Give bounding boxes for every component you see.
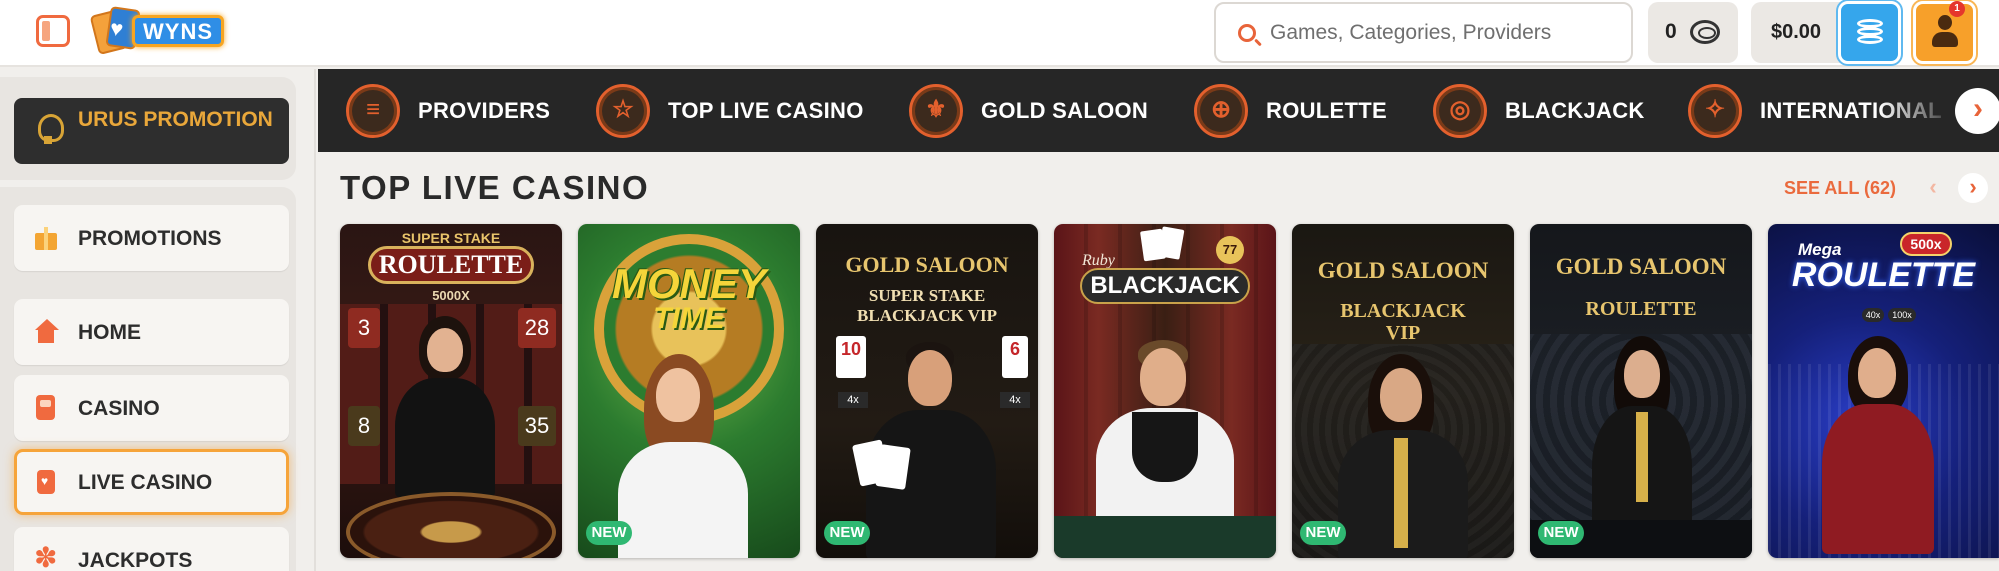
carousel-prev-icon[interactable]: ‹ xyxy=(1918,173,1948,203)
game-card-gold-saloon-blackjack-vip[interactable]: GOLD SALOON BLACKJACK VIP NEW xyxy=(1292,224,1514,558)
sidebar-item-label: PROMOTIONS xyxy=(78,227,222,250)
game-badge: 77 xyxy=(1216,236,1244,264)
notification-badge: 1 xyxy=(1949,1,1965,17)
profile-button[interactable] xyxy=(1913,1,1976,64)
multiplier-label: 4x xyxy=(838,392,868,408)
search-input[interactable] xyxy=(1270,12,1620,54)
urus-promotion-banner[interactable]: URUS PROMOTION xyxy=(14,98,289,164)
number-tile: 3 xyxy=(348,308,380,348)
category-bar: ≡ PROVIDERS ☆ TOP LIVE CASINO ⚜ GOLD SAL… xyxy=(318,69,1999,152)
sidebar-item-casino[interactable]: CASINO xyxy=(14,375,289,441)
game-title: GOLD SALOON xyxy=(845,252,1009,277)
new-badge: NEW xyxy=(1538,521,1584,545)
new-badge: NEW xyxy=(824,521,870,545)
document-icon: ≡ xyxy=(346,84,400,138)
star-icon: ☆ xyxy=(596,84,650,138)
chips-icon: ◎ xyxy=(1433,84,1487,138)
carousel-next-icon[interactable]: › xyxy=(1958,173,1988,203)
coin-stack-icon xyxy=(1857,19,1883,45)
game-card-gold-saloon-super-stake-blackjack[interactable]: GOLD SALOON SUPER STAKE BLACKJACK VIP 10… xyxy=(816,224,1038,558)
game-title: GOLD SALOON xyxy=(1317,258,1489,283)
coin-count: 0 xyxy=(1665,20,1677,43)
new-badge: NEW xyxy=(586,521,632,545)
coin-balance[interactable]: 0 xyxy=(1648,2,1738,63)
game-title: ROULETTE xyxy=(378,250,524,279)
game-card-mega-roulette[interactable]: Mega 500x ROULETTE 40x 100x xyxy=(1768,224,1999,558)
game-sub-label: ROULETTE xyxy=(1585,298,1697,320)
sidebar-item-label: LIVE CASINO xyxy=(78,471,213,494)
logo-text: WYNS xyxy=(132,15,224,47)
game-card-gold-saloon-roulette[interactable]: GOLD SALOON ROULETTE NEW xyxy=(1530,224,1752,558)
category-label: TOP LIVE CASINO xyxy=(668,98,864,123)
sidebar-item-label: JACKPOTS xyxy=(78,549,193,571)
gift-icon xyxy=(33,225,59,251)
wyns-logo[interactable]: ♥ WYNS xyxy=(89,6,234,56)
roulette-icon: ⊕ xyxy=(1194,84,1248,138)
number-tile: 28 xyxy=(518,308,556,348)
playing-card: 10 xyxy=(836,336,866,378)
section-title: TOP LIVE CASINO xyxy=(340,169,650,206)
coin-icon xyxy=(1690,20,1720,44)
game-title-line2: TIME xyxy=(653,302,725,335)
sidebar-item-jackpots[interactable]: JACKPOTS xyxy=(14,527,289,571)
game-card-super-stake-roulette[interactable]: SUPER STAKE ROULETTE 5000X 3 28 8 35 xyxy=(340,224,562,558)
sidebar-toggle-icon[interactable] xyxy=(36,15,70,47)
multiplier-label: 100x xyxy=(1888,308,1916,322)
game-title: MONEY xyxy=(611,260,766,307)
category-label: PROVIDERS xyxy=(418,98,551,123)
search-box[interactable] xyxy=(1214,2,1633,63)
game-top-label: SUPER STAKE xyxy=(401,230,501,246)
sidebar: URUS PROMOTION PROMOTIONS HOME CASINO LI… xyxy=(0,69,316,571)
number-tile: 8 xyxy=(348,406,380,446)
game-card-ruby-blackjack[interactable]: 77 Ruby BLACKJACK xyxy=(1054,224,1276,558)
new-badge: NEW xyxy=(1300,521,1346,545)
number-tile: 35 xyxy=(518,406,556,446)
fleur-de-lis-icon: ⚜ xyxy=(909,84,963,138)
cards-icon xyxy=(33,469,59,495)
top-header: ♥ WYNS 0 $0.00 1 xyxy=(0,0,1999,67)
home-icon xyxy=(33,319,59,345)
roulette-wheel xyxy=(346,492,556,558)
see-all-link[interactable]: SEE ALL (62) xyxy=(1784,178,1896,199)
balance-value: $0.00 xyxy=(1771,21,1822,43)
jackpot-icon xyxy=(33,544,59,571)
sidebar-item-label: CASINO xyxy=(78,397,160,420)
game-title: BLACKJACK xyxy=(1090,272,1240,299)
category-label: GOLD SALOON xyxy=(981,98,1149,123)
game-sub-label: BLACKJACK VIP xyxy=(1340,300,1466,344)
multiplier-label: 40x xyxy=(1862,308,1884,322)
playing-card: 6 xyxy=(1002,336,1028,378)
multiplier-label: 4x xyxy=(1000,392,1030,408)
wallet-button[interactable] xyxy=(1838,1,1901,64)
sidebar-item-live-casino[interactable]: LIVE CASINO xyxy=(14,449,289,515)
game-badge: 500x xyxy=(1900,232,1952,256)
sidebar-nav-group: HOME CASINO LIVE CASINO JACKPOTS xyxy=(0,291,296,571)
category-next-arrow-icon[interactable]: › xyxy=(1955,88,1999,134)
sidebar-promo-group: URUS PROMOTION xyxy=(0,77,296,180)
sidebar-item-label: HOME xyxy=(78,321,141,344)
game-sub-label: SUPER STAKE BLACKJACK VIP xyxy=(857,286,997,325)
game-card-money-time[interactable]: MONEY TIME NEW xyxy=(578,224,800,558)
category-label: ROULETTE xyxy=(1266,98,1387,123)
game-title: GOLD SALOON xyxy=(1555,254,1727,279)
sidebar-item-promotions[interactable]: PROMOTIONS xyxy=(14,205,289,271)
bull-icon xyxy=(34,112,64,146)
sidebar-item-home[interactable]: HOME xyxy=(14,299,289,365)
game-title: ROULETTE xyxy=(1791,256,1976,294)
user-icon xyxy=(1932,15,1958,49)
category-label: BLACKJACK xyxy=(1505,98,1645,123)
search-icon xyxy=(1238,24,1256,42)
urus-promotion-label: URUS PROMOTION xyxy=(78,108,273,131)
game-sub-label: 5000X xyxy=(432,288,470,303)
compass-icon: ✧ xyxy=(1688,84,1742,138)
slot-machine-icon xyxy=(33,395,59,421)
